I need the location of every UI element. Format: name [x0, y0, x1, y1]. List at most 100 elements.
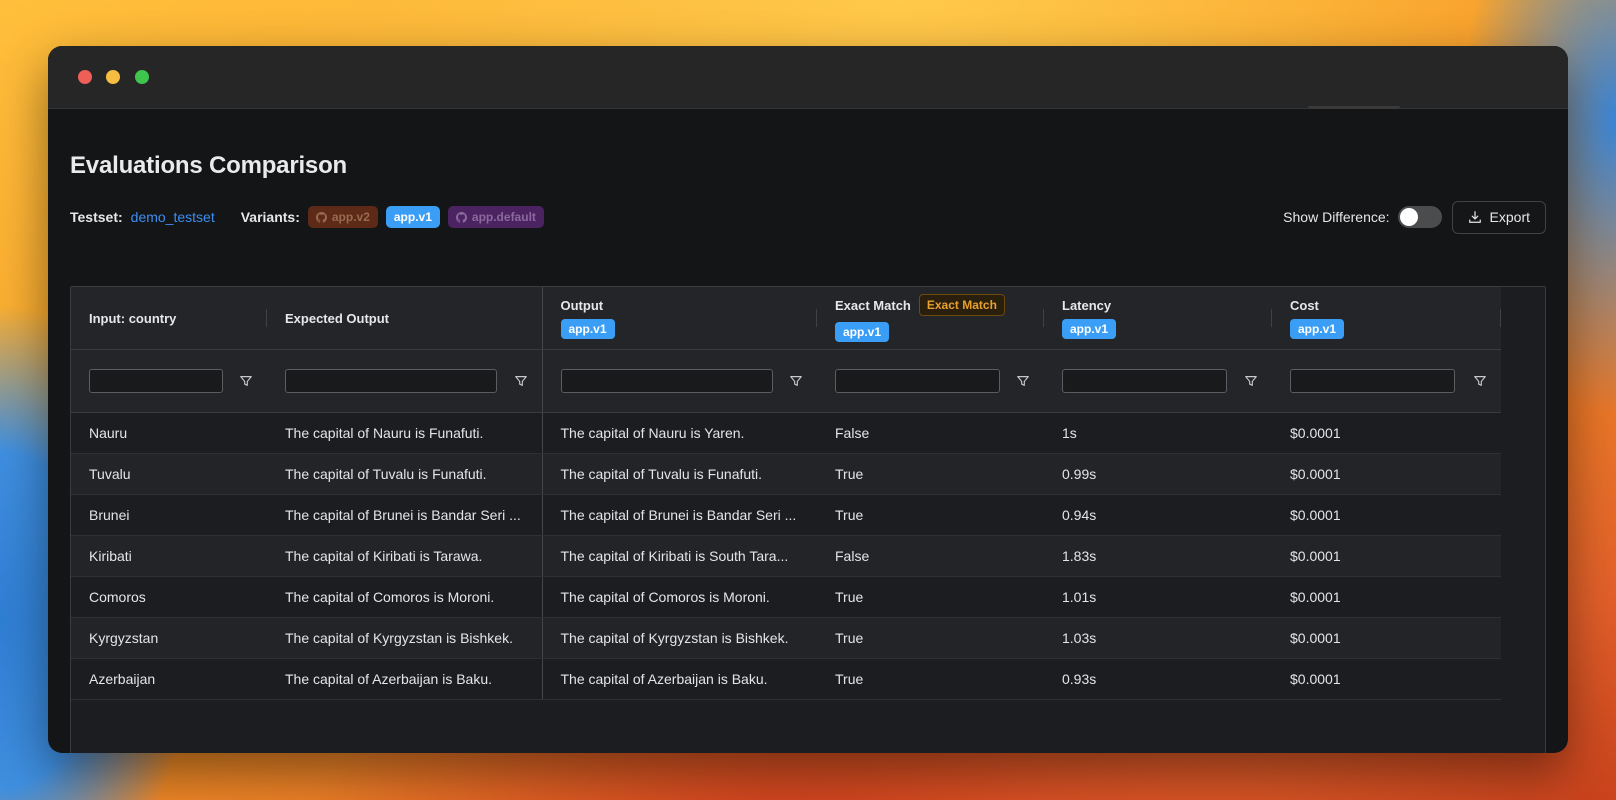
comparison-table-container: Input: country Expected Output Output ap…	[70, 286, 1546, 753]
export-button[interactable]: Export	[1451, 200, 1546, 234]
cell-input: Kiribati	[71, 535, 267, 577]
column-header-label: Cost	[1290, 297, 1319, 313]
exact-match-evaluator-badge: Exact Match	[918, 294, 1005, 316]
filter-cell-cost	[1272, 349, 1501, 413]
cell-exact-match: False	[817, 535, 1044, 577]
column-header-label: Exact Match	[835, 297, 911, 313]
cell-exact-match: True	[817, 576, 1044, 618]
cell-cost: $0.0001	[1272, 617, 1501, 659]
table-row[interactable]: Kiribati The capital of Kiribati is Tara…	[71, 535, 1501, 577]
column-header-exact-match[interactable]: Exact Match Exact Match app.v1	[817, 287, 1044, 350]
variant-tag: app.v1	[1290, 318, 1345, 339]
column-header-latency[interactable]: Latency app.v1	[1044, 287, 1272, 350]
toolbar-right: Show Difference: Export	[1283, 200, 1546, 234]
table-row[interactable]: Comoros The capital of Comoros is Moroni…	[71, 576, 1501, 618]
evaluation-meta-row: Testset: demo_testset Variants: app.v2 a…	[70, 200, 1546, 234]
filter-cell-latency	[1044, 349, 1272, 413]
filter-input-input[interactable]	[89, 369, 223, 393]
cell-output: The capital of Tuvalu is Funafuti.	[541, 453, 817, 495]
column-header-input[interactable]: Input: country	[71, 287, 267, 350]
cell-input: Brunei	[71, 494, 267, 536]
column-header-label: Input: country	[89, 310, 177, 326]
variant-tag: app.v1	[1062, 318, 1117, 339]
minimize-window-button[interactable]	[106, 70, 120, 84]
close-window-button[interactable]	[78, 70, 92, 84]
filter-input-exact-match[interactable]	[835, 369, 1000, 393]
column-header-label: Latency	[1062, 297, 1112, 313]
toggle-knob	[1399, 208, 1418, 226]
cell-exact-match: True	[817, 617, 1044, 659]
variant-chip-default[interactable]: app.default	[447, 206, 544, 228]
title-bar	[48, 46, 1568, 109]
show-difference-toggle[interactable]	[1397, 206, 1442, 228]
filter-icon[interactable]	[1016, 374, 1030, 388]
app-window: Evaluations Comparison Testset: demo_tes…	[48, 46, 1568, 753]
filter-icon[interactable]	[514, 374, 528, 388]
cell-exact-match: False	[817, 412, 1044, 454]
filter-icon[interactable]	[789, 374, 803, 388]
filter-icon[interactable]	[1244, 374, 1258, 388]
filter-cell-input	[71, 349, 267, 413]
table-row[interactable]: Brunei The capital of Brunei is Bandar S…	[71, 494, 1501, 536]
variant-tag: app.v1	[835, 322, 890, 342]
variant-chip-v2[interactable]: app.v2	[307, 206, 378, 228]
cell-expected-output: The capital of Comoros is Moroni.	[267, 576, 542, 618]
cell-cost: $0.0001	[1272, 576, 1501, 618]
column-header-label: Expected Output	[285, 310, 390, 326]
cell-input: Azerbaijan	[71, 658, 267, 700]
cell-expected-output: The capital of Tuvalu is Funafuti.	[267, 453, 542, 495]
export-button-label: Export	[1489, 209, 1530, 225]
filter-input-expected[interactable]	[285, 369, 497, 393]
cell-exact-match: True	[817, 453, 1044, 495]
variant-chip-label: app.v2	[331, 210, 370, 224]
testset-link[interactable]: demo_testset	[131, 209, 215, 225]
cell-output: The capital of Nauru is Yaren.	[541, 412, 817, 454]
cell-latency: 1.03s	[1044, 617, 1272, 659]
filter-input-output[interactable]	[560, 369, 773, 393]
table-row[interactable]: Azerbaijan The capital of Azerbaijan is …	[71, 658, 1501, 700]
filter-input-latency[interactable]	[1062, 369, 1227, 393]
cell-output: The capital of Brunei is Bandar Seri ...	[541, 494, 817, 536]
cell-cost: $0.0001	[1272, 658, 1501, 700]
cell-cost: $0.0001	[1272, 494, 1501, 536]
cell-expected-output: The capital of Brunei is Bandar Seri ...	[267, 494, 542, 536]
cell-output: The capital of Kyrgyzstan is Bishkek.	[541, 617, 817, 659]
cell-latency: 1.01s	[1044, 576, 1272, 618]
cell-output: The capital of Azerbaijan is Baku.	[541, 658, 817, 700]
column-header-output[interactable]: Output app.v1	[541, 287, 817, 350]
github-icon	[315, 211, 327, 223]
table-row[interactable]: Tuvalu The capital of Tuvalu is Funafuti…	[71, 453, 1501, 495]
cell-input: Tuvalu	[71, 453, 267, 495]
filter-icon[interactable]	[239, 374, 253, 388]
cell-output: The capital of Kiribati is South Tara...	[541, 535, 817, 577]
variant-chip-label: app.default	[471, 210, 536, 224]
cell-expected-output: The capital of Nauru is Funafuti.	[267, 412, 542, 454]
download-icon	[1468, 211, 1481, 223]
filter-icon[interactable]	[1473, 374, 1487, 388]
table-row[interactable]: Kyrgyzstan The capital of Kyrgyzstan is …	[71, 617, 1501, 659]
filter-cell-output	[541, 349, 817, 413]
github-icon	[455, 211, 467, 223]
column-header-cost[interactable]: Cost app.v1	[1272, 287, 1501, 350]
variant-tag: app.v1	[560, 318, 615, 339]
cell-expected-output: The capital of Azerbaijan is Baku.	[267, 658, 542, 700]
column-header-expected-output[interactable]: Expected Output	[267, 287, 542, 350]
filter-cell-expected	[267, 349, 542, 413]
page-title: Evaluations Comparison	[70, 152, 347, 179]
cell-exact-match: True	[817, 494, 1044, 536]
variant-chip-v1[interactable]: app.v1	[385, 206, 440, 228]
variants-label: Variants:	[240, 209, 300, 225]
cell-latency: 0.99s	[1044, 453, 1272, 495]
cell-cost: $0.0001	[1272, 535, 1501, 577]
column-resize-handle[interactable]	[1500, 309, 1501, 327]
maximize-window-button[interactable]	[135, 70, 149, 84]
table-row[interactable]: Nauru The capital of Nauru is Funafuti. …	[71, 412, 1501, 454]
cell-input: Comoros	[71, 576, 267, 618]
cell-latency: 0.94s	[1044, 494, 1272, 536]
cell-input: Nauru	[71, 412, 267, 454]
show-difference-label: Show Difference:	[1283, 209, 1390, 225]
cell-latency: 1s	[1044, 412, 1272, 454]
filter-input-cost[interactable]	[1290, 369, 1455, 393]
cell-latency: 1.83s	[1044, 535, 1272, 577]
cell-exact-match: True	[817, 658, 1044, 700]
